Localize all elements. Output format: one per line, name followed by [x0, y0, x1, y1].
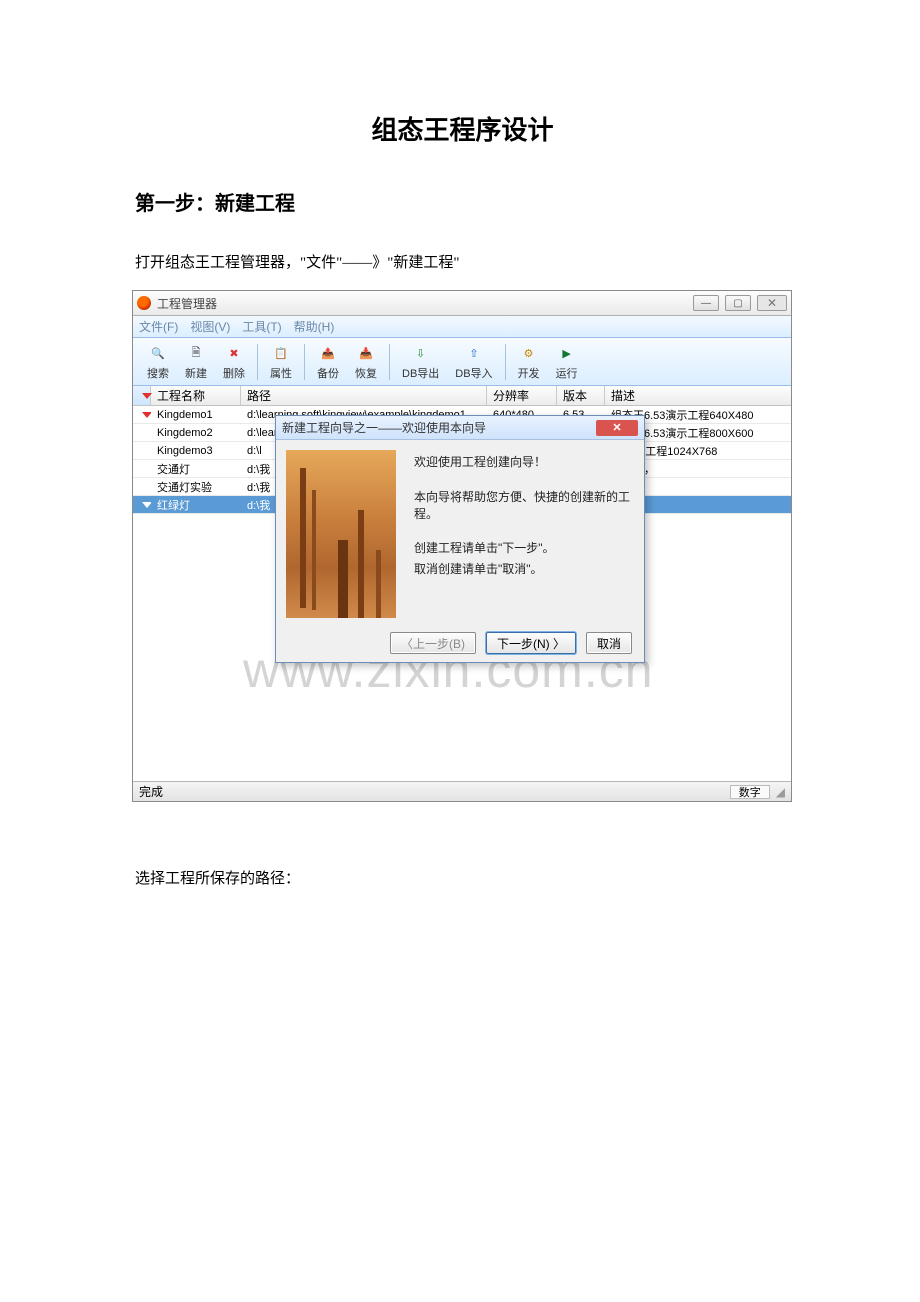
toolbar-run[interactable]: ▶ 运行	[548, 340, 586, 383]
menu-bar: 文件(F) 视图(V) 工具(T) 帮助(H)	[133, 316, 791, 338]
col-path[interactable]: 路径	[241, 386, 487, 405]
maximize-button[interactable]: ▢	[725, 295, 751, 311]
toolbar-search-label: 搜索	[147, 365, 169, 381]
wizard-title-bar: 新建工程向导之一——欢迎使用本向导 ✕	[276, 416, 644, 440]
toolbar-dbimport-label: DB导入	[455, 365, 492, 381]
toolbar-run-label: 运行	[556, 365, 578, 381]
cell-name: Kingdemo2	[151, 427, 241, 439]
toolbar-dbexport[interactable]: ⇩ DB导出	[394, 340, 447, 383]
wizard-line2: 本向导将帮助您方便、快捷的创建新的工程。	[414, 489, 634, 523]
wizard-cancel-button[interactable]: 取消	[586, 632, 632, 654]
toolbar-delete[interactable]: ✖ 删除	[215, 340, 253, 383]
col-flag[interactable]	[133, 386, 151, 405]
wizard-buttons: 〈上一步(B) 下一步(N) 〉 取消	[276, 628, 644, 662]
toolbar-develop[interactable]: ⚙ 开发	[510, 340, 548, 383]
resize-grip-icon[interactable]: ◢	[776, 785, 785, 799]
wizard-dialog: 新建工程向导之一——欢迎使用本向导 ✕ 欢迎使用工程创建向导！ 本向导将帮助您方…	[275, 415, 645, 663]
step-heading: 第一步：新建工程	[135, 187, 790, 216]
wizard-close-button[interactable]: ✕	[596, 420, 638, 436]
cell-name: Kingdemo1	[151, 409, 241, 421]
toolbar-restore-label: 恢复	[355, 365, 377, 381]
minimize-button[interactable]: —	[693, 295, 719, 311]
window-close-button[interactable]: ✕	[757, 295, 787, 311]
toolbar-search[interactable]: 🔍 搜索	[139, 340, 177, 383]
delete-icon: ✖	[223, 342, 245, 364]
toolbar-backup[interactable]: 📤 备份	[309, 340, 347, 383]
document-title: 组态王程序设计	[135, 110, 790, 147]
cell-name: 红绿灯	[151, 497, 241, 513]
row-flag-icon	[133, 412, 151, 418]
toolbar-dbimport[interactable]: ⇧ DB导入	[447, 340, 500, 383]
status-left: 完成	[139, 783, 163, 800]
cell-name: 交通灯	[151, 461, 241, 477]
menu-file[interactable]: 文件(F)	[139, 318, 178, 335]
toolbar-backup-label: 备份	[317, 365, 339, 381]
wizard-next-button[interactable]: 下一步(N) 〉	[486, 632, 576, 654]
properties-icon: 📋	[270, 342, 292, 364]
toolbar-prop-label: 属性	[270, 365, 292, 381]
toolbar-develop-label: 开发	[518, 365, 540, 381]
col-project-name[interactable]: 工程名称	[151, 386, 241, 405]
toolbar-new-label: 新建	[185, 365, 207, 381]
toolbar-separator	[389, 344, 390, 380]
toolbar-delete-label: 删除	[223, 365, 245, 381]
restore-icon: 📥	[355, 342, 377, 364]
status-bar: 完成 数字 ◢	[133, 781, 791, 801]
window-title-bar: 工程管理器 — ▢ ✕	[133, 291, 791, 316]
status-right-box: 数字	[730, 785, 770, 799]
after-text: 选择工程所保存的路径：	[135, 867, 790, 888]
toolbar-restore[interactable]: 📥 恢复	[347, 340, 385, 383]
menu-tool[interactable]: 工具(T)	[242, 318, 281, 335]
toolbar-new[interactable]: 🗎 新建	[177, 340, 215, 383]
wizard-line1: 欢迎使用工程创建向导！	[414, 454, 634, 471]
wizard-line3: 创建工程请单击"下一步"。	[414, 540, 634, 557]
toolbar-separator	[257, 344, 258, 380]
cell-name: Kingdemo3	[151, 445, 241, 457]
db-import-icon: ⇧	[463, 342, 485, 364]
row-flag-icon	[133, 502, 151, 508]
wizard-back-button: 〈上一步(B)	[390, 632, 476, 654]
wizard-line4: 取消创建请单击"取消"。	[414, 561, 634, 578]
develop-icon: ⚙	[518, 342, 540, 364]
search-icon: 🔍	[147, 342, 169, 364]
wizard-text: 欢迎使用工程创建向导！ 本向导将帮助您方便、快捷的创建新的工程。 创建工程请单击…	[414, 450, 634, 618]
col-resolution[interactable]: 分辨率	[487, 386, 557, 405]
col-version[interactable]: 版本	[557, 386, 605, 405]
table-header: 工程名称 路径 分辨率 版本 描述	[133, 386, 791, 406]
backup-icon: 📤	[317, 342, 339, 364]
menu-view[interactable]: 视图(V)	[190, 318, 230, 335]
wizard-illustration	[286, 450, 396, 618]
wizard-title: 新建工程向导之一——欢迎使用本向导	[282, 419, 596, 436]
menu-help[interactable]: 帮助(H)	[294, 318, 335, 335]
cell-name: 交通灯实验	[151, 479, 241, 495]
app-window: 工程管理器 — ▢ ✕ 文件(F) 视图(V) 工具(T) 帮助(H) 🔍 搜索…	[132, 290, 792, 802]
toolbar-separator	[304, 344, 305, 380]
toolbar-properties[interactable]: 📋 属性	[262, 340, 300, 383]
toolbar-separator	[505, 344, 506, 380]
app-icon	[137, 296, 151, 310]
run-icon: ▶	[556, 342, 578, 364]
db-export-icon: ⇩	[410, 342, 432, 364]
toolbar: 🔍 搜索 🗎 新建 ✖ 删除 📋 属性 📤 备份 📥	[133, 338, 791, 386]
col-description[interactable]: 描述	[605, 386, 791, 405]
toolbar-dbexport-label: DB导出	[402, 365, 439, 381]
intro-text: 打开组态王工程管理器，"文件"——》"新建工程"	[135, 251, 790, 272]
new-file-icon: 🗎	[185, 342, 207, 364]
window-title: 工程管理器	[157, 295, 693, 312]
